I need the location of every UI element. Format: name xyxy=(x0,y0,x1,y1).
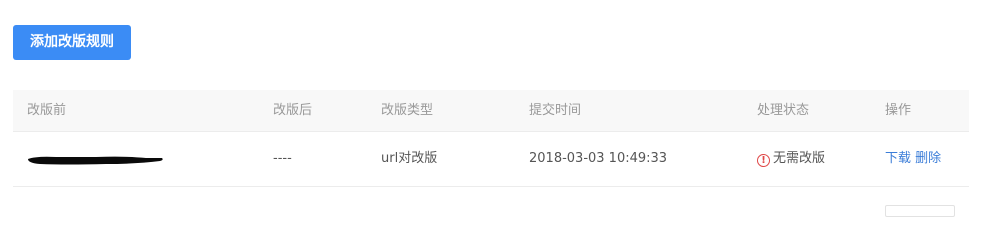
exclamation-circle-icon: ! xyxy=(757,154,770,167)
table-header: 改版前 改版后 改版类型 提交时间 处理状态 操作 xyxy=(13,90,969,132)
redacted-url xyxy=(28,156,163,165)
cell-after: ---- xyxy=(273,151,292,166)
header-type: 改版类型 xyxy=(381,103,434,118)
page: 添加改版规则 改版前 改版后 改版类型 提交时间 处理状态 操作 ---- ur… xyxy=(0,0,981,217)
pagination-box[interactable] xyxy=(885,205,955,217)
header-status: 处理状态 xyxy=(757,103,810,118)
download-link[interactable]: 下载 xyxy=(885,151,911,166)
header-submit-time: 提交时间 xyxy=(529,103,582,118)
header-before: 改版前 xyxy=(27,103,67,118)
table-row: ---- url对改版 2018-03-03 10:49:33 ! 无需改版 下载… xyxy=(13,132,969,187)
cell-submit-time: 2018-03-03 10:49:33 xyxy=(529,151,668,166)
status-text: 无需改版 xyxy=(773,151,826,166)
row-actions: 下载 删除 xyxy=(885,132,941,186)
header-after: 改版后 xyxy=(273,103,313,118)
add-rule-button[interactable]: 添加改版规则 xyxy=(13,25,131,60)
delete-link[interactable]: 删除 xyxy=(915,151,941,166)
rules-table: 改版前 改版后 改版类型 提交时间 处理状态 操作 ---- url对改版 20… xyxy=(13,90,969,187)
status-badge: ! 无需改版 xyxy=(757,132,825,186)
cell-type: url对改版 xyxy=(381,151,438,166)
header-actions: 操作 xyxy=(885,103,912,118)
